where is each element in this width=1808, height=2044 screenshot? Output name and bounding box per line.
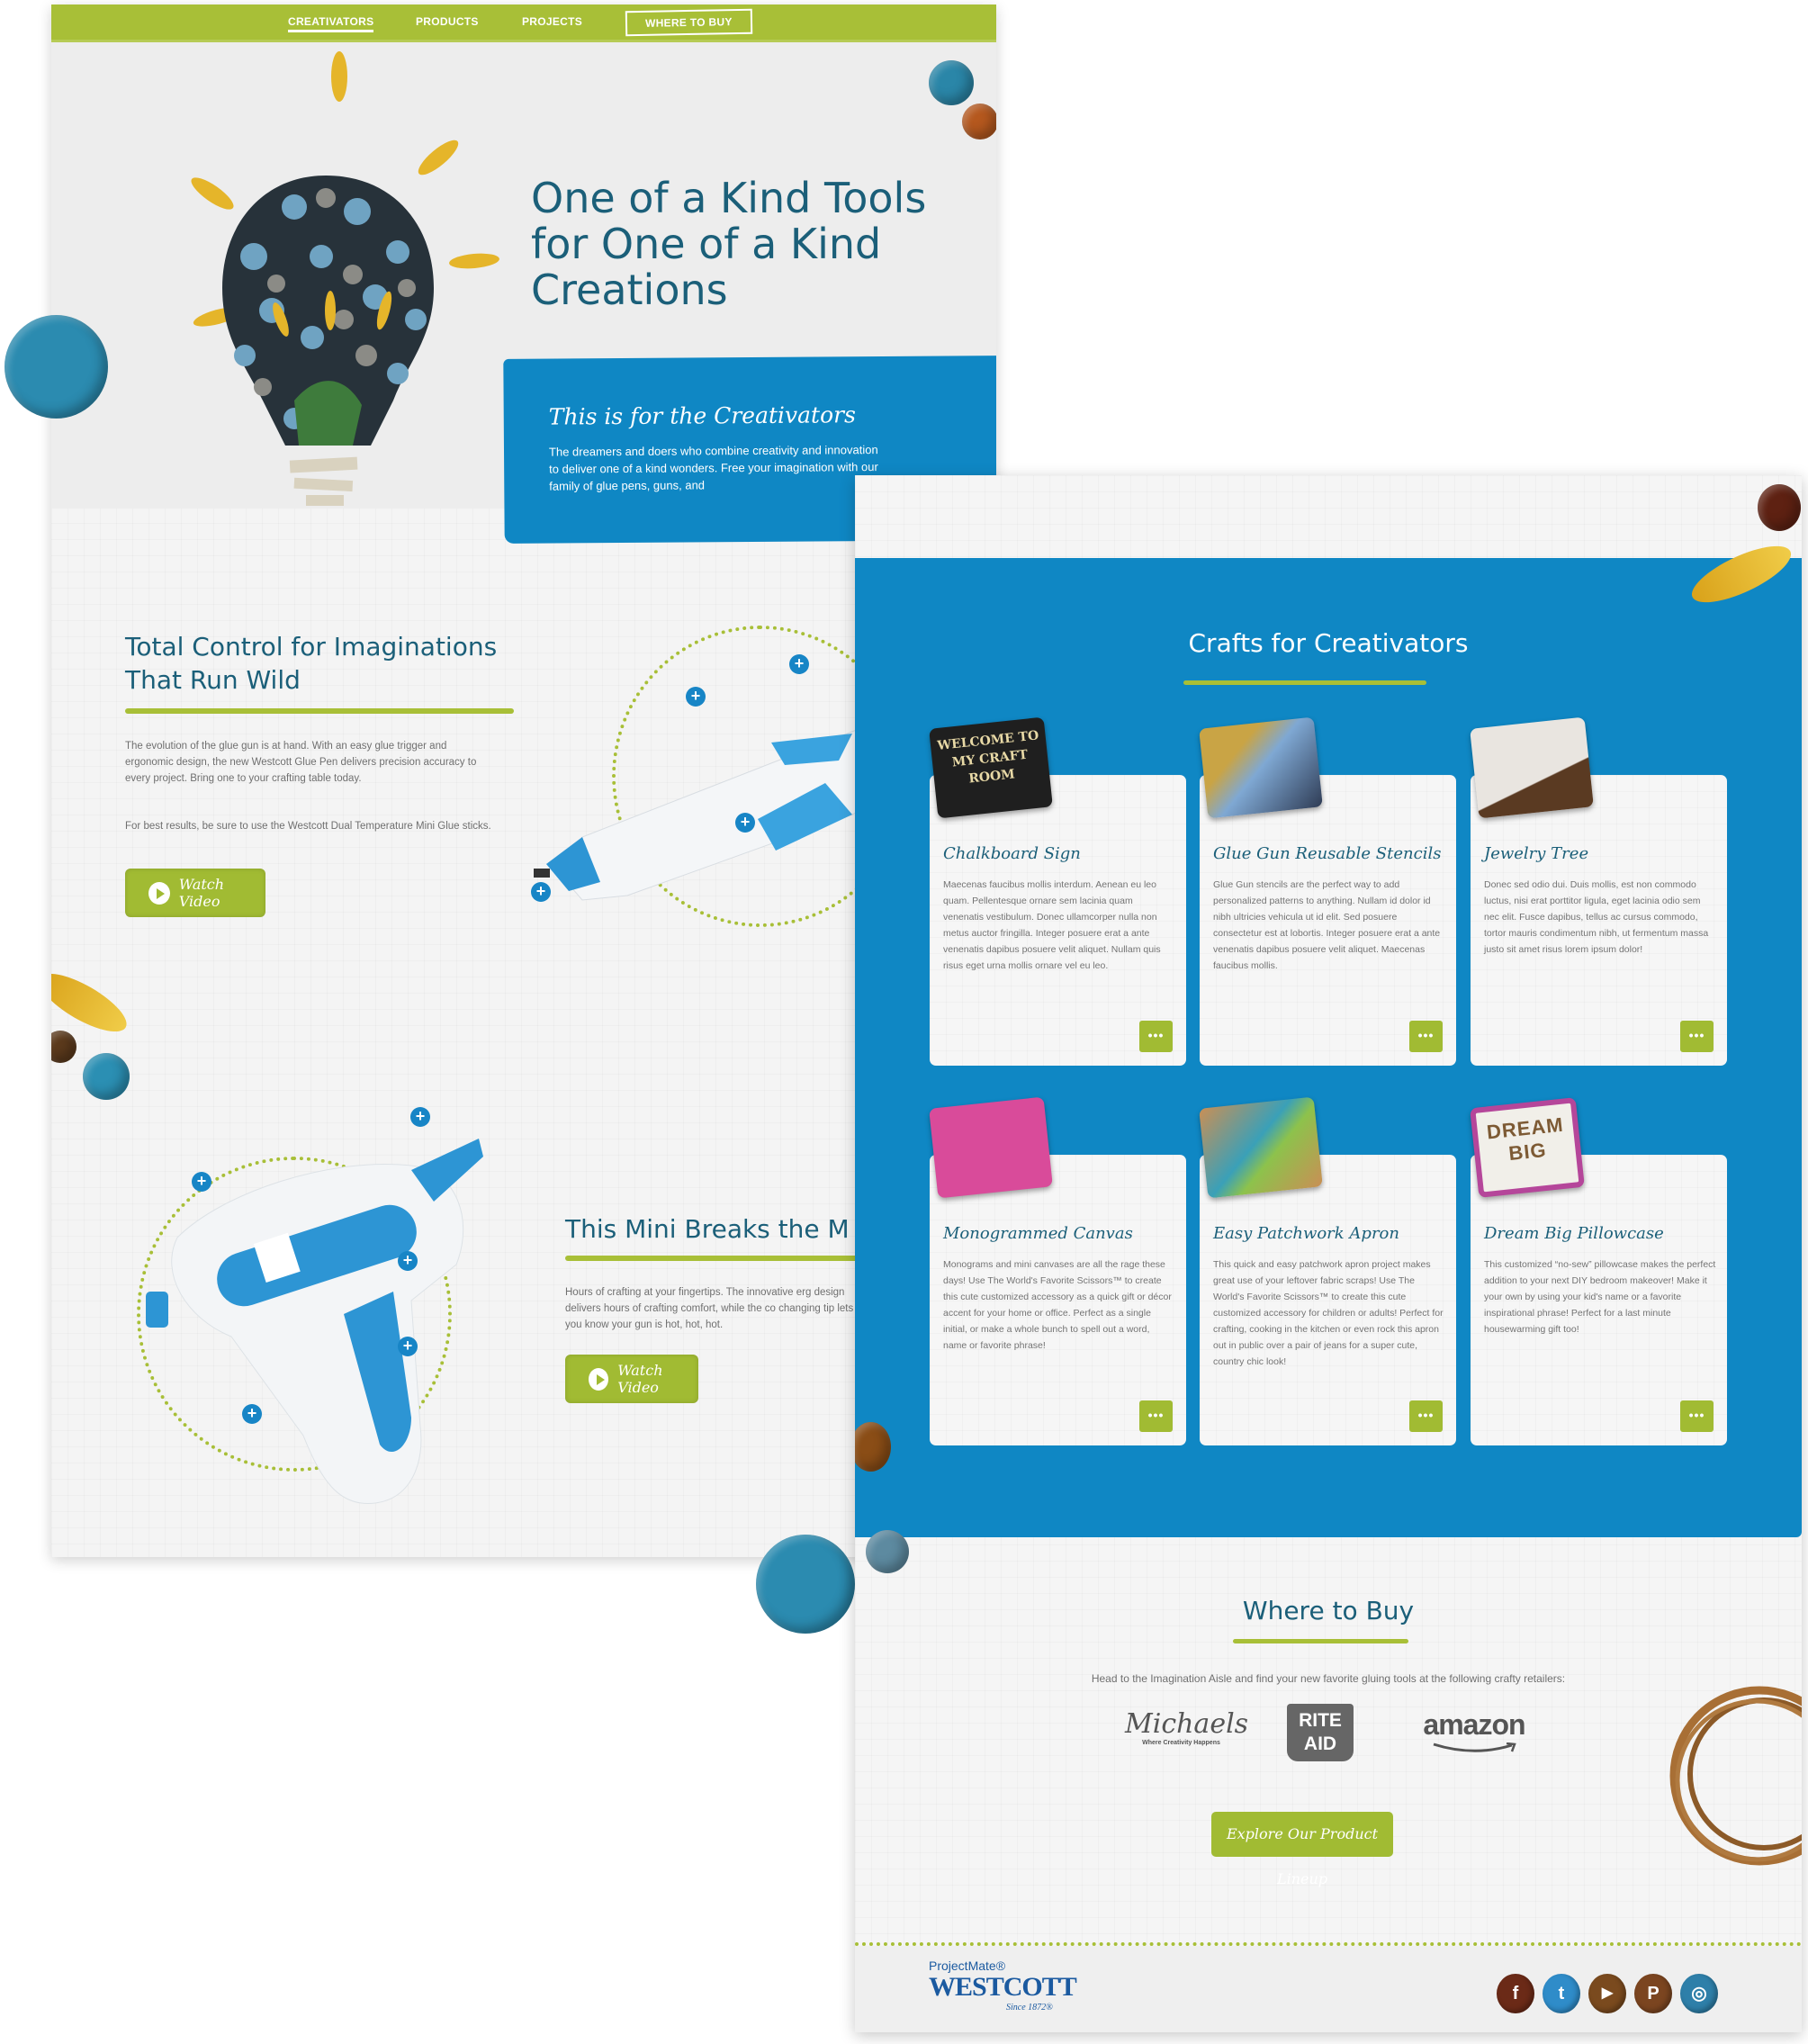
card-title[interactable]: Jewelry Tree bbox=[1484, 844, 1588, 863]
craft-card: DREAM BIG Dream Big Pillowcase This cust… bbox=[1470, 1097, 1727, 1445]
top-nav: CREATIVATORS PRODUCTS PROJECTS WHERE TO … bbox=[51, 5, 996, 42]
card-description: Monograms and mini canvases are all the … bbox=[943, 1259, 1172, 1351]
westcott-logo[interactable]: WESTCOTT bbox=[929, 1972, 1077, 2003]
card-photo[interactable] bbox=[1199, 716, 1323, 819]
card-photo[interactable] bbox=[1470, 716, 1594, 819]
more-button[interactable]: ••• bbox=[1139, 1021, 1173, 1052]
nav-creativators[interactable]: CREATIVATORS bbox=[288, 15, 374, 32]
nav-products[interactable]: PRODUCTS bbox=[416, 15, 479, 28]
facebook-icon[interactable]: f bbox=[1497, 1974, 1534, 2013]
decorative-large-blue-bead bbox=[4, 315, 108, 419]
crafts-heading: Crafts for Creativators bbox=[1188, 628, 1469, 658]
card-description: This quick and easy patchwork apron proj… bbox=[1213, 1259, 1444, 1367]
watch-video-button[interactable]: Watch Video bbox=[125, 869, 265, 917]
retailer-michaels-logo[interactable]: Michaels Where Creativity Happens bbox=[1125, 1708, 1249, 1746]
feature-hotspot-plus-icon[interactable]: + bbox=[242, 1404, 262, 1424]
pinterest-icon[interactable]: P bbox=[1634, 1974, 1672, 2013]
retailer-rite-aid-logo[interactable]: RITE AID bbox=[1287, 1704, 1354, 1761]
decorative-blue-bead bbox=[929, 60, 974, 105]
youtube-icon[interactable]: ▶ bbox=[1588, 1974, 1626, 2013]
twitter-icon[interactable]: t bbox=[1543, 1974, 1580, 2013]
card-photo[interactable]: DREAM BIG bbox=[1470, 1097, 1585, 1198]
card-title[interactable]: Glue Gun Reusable Stencils bbox=[1213, 844, 1441, 863]
decorative-gray-bead bbox=[866, 1530, 909, 1573]
card-description: This customized “no-sew” pillowcase make… bbox=[1484, 1259, 1716, 1335]
projectmate-logo-text: ProjectMate® bbox=[929, 1958, 1006, 1973]
mini-gun-paragraph: Hours of crafting at your fingertips. Th… bbox=[565, 1287, 854, 1330]
banner-title: This is for the Creativators bbox=[548, 401, 856, 430]
card-photo[interactable] bbox=[1199, 1096, 1323, 1199]
card-description: Donec sed odio dui. Duis mollis, est non… bbox=[1484, 879, 1709, 955]
play-icon bbox=[148, 881, 170, 905]
michaels-wordmark: Michaels bbox=[1125, 1708, 1249, 1740]
feature-hotspot-plus-icon[interactable]: + bbox=[410, 1107, 430, 1127]
mini-glue-gun-product-image bbox=[146, 1139, 483, 1505]
decorative-vine-wreath bbox=[1669, 1686, 1802, 1866]
glue-pen-paragraph-1: The evolution of the glue gun is at hand… bbox=[125, 741, 477, 784]
bead-lightbulb-illustration bbox=[191, 51, 499, 506]
crafts-page-mockup: Crafts for Creativators WELCOME TO MY CR… bbox=[855, 475, 1802, 2032]
footer-dotted-divider bbox=[855, 1942, 1802, 1946]
feature-hotspot-plus-icon[interactable]: + bbox=[398, 1251, 418, 1271]
watch-video-label: Watch Video bbox=[617, 1362, 663, 1396]
heading-underline bbox=[125, 708, 514, 714]
craft-card: Glue Gun Reusable Stencils Glue Gun sten… bbox=[1199, 716, 1456, 1066]
card-title[interactable]: Chalkboard Sign bbox=[943, 844, 1081, 863]
michaels-tagline: Where Creativity Happens bbox=[1142, 1740, 1220, 1746]
instagram-icon[interactable]: ◎ bbox=[1680, 1974, 1718, 2013]
westcott-since-text: Since 1872® bbox=[1006, 2003, 1053, 2012]
amazon-wordmark: amazon bbox=[1423, 1708, 1525, 1741]
card-title[interactable]: Monogrammed Canvas bbox=[943, 1224, 1133, 1243]
feature-hotspot-plus-icon[interactable]: + bbox=[789, 654, 809, 674]
decorative-orange-bead bbox=[962, 104, 996, 140]
play-icon bbox=[589, 1367, 609, 1391]
rite-aid-line-2: AID bbox=[1303, 1733, 1337, 1754]
feature-hotspot-plus-icon[interactable]: + bbox=[686, 687, 706, 707]
decorative-blue-bead bbox=[83, 1053, 130, 1100]
retailer-amazon-logo[interactable]: amazon bbox=[1416, 1708, 1533, 1758]
feature-hotspot-plus-icon[interactable]: + bbox=[192, 1172, 211, 1192]
nav-where-to-buy[interactable]: WHERE TO BUY bbox=[625, 8, 752, 37]
heading-underline bbox=[1233, 1639, 1408, 1643]
amazon-smile-icon bbox=[1433, 1742, 1516, 1752]
craft-card: WELCOME TO MY CRAFT ROOM Chalkboard Sign… bbox=[929, 716, 1186, 1066]
heading-underline bbox=[1183, 680, 1426, 685]
more-button[interactable]: ••• bbox=[1139, 1400, 1173, 1432]
glue-pen-heading: Total Control for Imaginations That Run … bbox=[125, 632, 498, 695]
more-button[interactable]: ••• bbox=[1680, 1021, 1714, 1052]
card-title[interactable]: Easy Patchwork Apron bbox=[1213, 1224, 1399, 1243]
where-to-buy-heading: Where to Buy bbox=[1242, 1596, 1415, 1625]
bulb-base-wood-pieces bbox=[289, 456, 358, 506]
watch-video-button[interactable]: Watch Video bbox=[565, 1355, 698, 1403]
more-button[interactable]: ••• bbox=[1409, 1400, 1443, 1432]
feature-hotspot-plus-icon[interactable]: + bbox=[398, 1337, 418, 1356]
banner-text: The dreamers and doers who combine creat… bbox=[548, 443, 878, 493]
more-button[interactable]: ••• bbox=[1680, 1400, 1714, 1432]
craft-card: Easy Patchwork Apron This quick and easy… bbox=[1199, 1096, 1456, 1445]
card-photo[interactable] bbox=[929, 1096, 1053, 1199]
decorative-brown-bead bbox=[51, 1031, 76, 1063]
card-title[interactable]: Dream Big Pillowcase bbox=[1484, 1224, 1664, 1243]
more-button[interactable]: ••• bbox=[1409, 1021, 1443, 1052]
decorative-brown-bead bbox=[1758, 484, 1801, 531]
decorative-large-blue-bead bbox=[756, 1535, 855, 1634]
rite-aid-line-1: RITE bbox=[1299, 1710, 1342, 1731]
card-photo[interactable]: WELCOME TO MY CRAFT ROOM bbox=[929, 716, 1053, 819]
nav-projects[interactable]: PROJECTS bbox=[522, 15, 582, 28]
craft-card: Monogrammed Canvas Monograms and mini ca… bbox=[929, 1096, 1186, 1445]
watch-video-label: Watch Video bbox=[178, 876, 225, 910]
feature-hotspot-plus-icon[interactable]: + bbox=[531, 882, 551, 902]
feature-hotspot-plus-icon[interactable]: + bbox=[735, 813, 755, 833]
hero-heading: One of a Kind Tools for One of a Kind Cr… bbox=[531, 174, 927, 314]
card-description: Glue Gun stencils are the perfect way to… bbox=[1213, 879, 1441, 971]
glue-pen-paragraph-2: For best results, be sure to use the Wes… bbox=[125, 821, 491, 832]
card-description: Maecenas faucibus mollis interdum. Aenea… bbox=[943, 879, 1161, 971]
craft-card: Jewelry Tree Donec sed odio dui. Duis mo… bbox=[1470, 716, 1727, 1066]
explore-product-lineup-button[interactable]: Explore Our Product Lineup bbox=[1211, 1812, 1393, 1887]
